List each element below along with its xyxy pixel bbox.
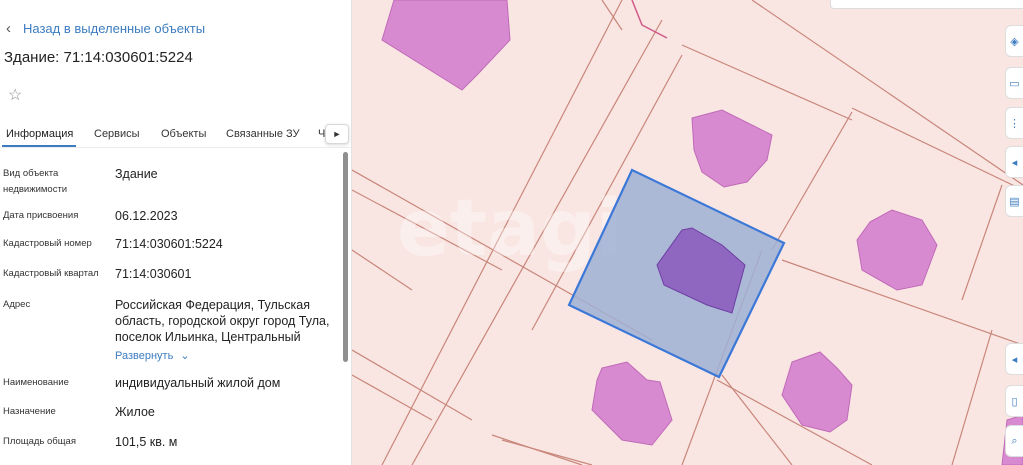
field-value: 06.12.2023 [115, 209, 178, 223]
tab-scroll-right-button[interactable]: ► [325, 124, 349, 144]
graph-icon: ⋮ [1009, 117, 1020, 130]
active-tab-indicator [2, 145, 76, 147]
print-tool-button[interactable]: ▤ [1005, 185, 1023, 217]
print-icon: ▤ [1009, 195, 1020, 208]
expand-label: Развернуть [115, 350, 174, 362]
back-link[interactable]: ‹ Назад в выделенные объекты [6, 21, 205, 36]
field-label: Назначение [3, 406, 56, 417]
layers-icon: ◈ [1010, 35, 1019, 48]
field-label: Вид объекта недвижимости [3, 168, 68, 195]
info-panel: ‹ Назад в выделенные объекты Здание: 71:… [0, 0, 352, 465]
tab-bar: Информация Сервисы Объекты Связанные ЗУ … [0, 124, 351, 148]
field-value: 71:14:030601 [115, 267, 192, 281]
boundary-mark [631, 0, 668, 39]
field-label: Адрес [3, 299, 31, 310]
search-tool-button[interactable]: ⌕ [1005, 425, 1023, 457]
panel-scrollbar[interactable] [343, 152, 348, 362]
field-value: Жилое [115, 405, 155, 419]
search-icon: ⌕ [1011, 434, 1018, 447]
tab-services[interactable]: Сервисы [94, 128, 140, 140]
building-shape[interactable] [781, 351, 853, 433]
field-label: Кадастровый номер [3, 238, 92, 249]
graph-tool-button[interactable]: ⋮ [1005, 107, 1023, 139]
panel-tool-button[interactable]: ▯ [1005, 385, 1023, 417]
page-title: Здание: 71:14:030601:5224 [4, 49, 193, 66]
field-value: 71:14:030601:5224 [115, 237, 223, 251]
share-icon: ◂ [1011, 156, 1018, 169]
chevron-down-icon: ⌄ [180, 350, 190, 362]
chevron-left-icon: ‹ [6, 20, 11, 37]
building-shape[interactable] [381, 0, 511, 91]
share-tool-button[interactable]: ◂ [1005, 146, 1023, 178]
expand-address-link[interactable]: Развернуть ⌄ [115, 349, 190, 362]
building-shape[interactable] [856, 209, 938, 291]
field-label: Площадь общая [3, 436, 76, 447]
map-canvas[interactable]: etagi [352, 0, 1023, 465]
field-value: индивидуальный жилой дом [115, 376, 281, 390]
ruler-icon: ▭ [1009, 77, 1020, 90]
ruler-tool-button[interactable]: ▭ [1005, 67, 1023, 99]
field-label: Кадастровый квартал [3, 268, 99, 279]
chevron-right-icon: ► [332, 129, 342, 139]
cadastral-map[interactable]: etagi ◈ ▭ ⋮ ◂ ▤ ◂ ▯ ⌕ [352, 0, 1023, 465]
layers-tool-button[interactable]: ◈ [1005, 25, 1023, 57]
field-label: Дата присвоения [3, 210, 79, 221]
building-shape[interactable] [591, 361, 673, 446]
field-value: Здание [115, 167, 158, 181]
field-label: Наименование [3, 377, 69, 388]
building-shape[interactable] [691, 109, 773, 188]
tab-objects[interactable]: Объекты [161, 128, 206, 140]
back-link-label: Назад в выделенные объекты [23, 21, 206, 36]
tab-related-land[interactable]: Связанные ЗУ [226, 128, 300, 140]
map-search-box[interactable] [830, 0, 1023, 9]
address-value: Российская Федерация, Тульская область, … [115, 298, 330, 344]
panel-icon: ▯ [1011, 395, 1018, 408]
arrow-icon: ◂ [1011, 353, 1018, 366]
tab-information[interactable]: Информация [6, 128, 73, 140]
favorite-star-icon[interactable]: ☆ [8, 85, 22, 105]
field-value: 101,5 кв. м [115, 435, 178, 449]
locate-tool-button[interactable]: ◂ [1005, 343, 1023, 375]
